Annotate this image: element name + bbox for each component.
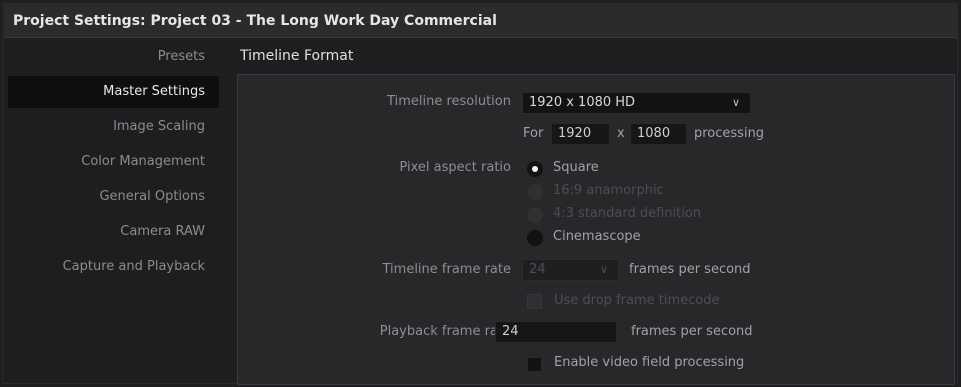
drop-frame-checkbox[interactable]	[527, 294, 542, 309]
radio-16-9-anamorphic-label: 16:9 anamorphic	[553, 183, 664, 198]
sidebar-item-master-settings[interactable]: Master Settings	[8, 76, 219, 108]
timeline-format-panel: Timeline resolution 1920 x 1080 HD ∨ For…	[237, 74, 955, 385]
radio-4-3-standard-label: 4:3 standard definition	[553, 206, 702, 221]
sidebar-item-presets[interactable]: Presets	[8, 41, 219, 73]
chevron-down-icon: ∨	[599, 263, 608, 276]
timeline-frame-rate-select[interactable]: 24 ∨	[522, 259, 619, 281]
processing-suffix: processing	[694, 126, 765, 141]
drop-frame-label: Use drop frame timecode	[554, 293, 720, 308]
pixel-aspect-ratio-label: Pixel aspect ratio	[399, 160, 511, 175]
section-title: Timeline Format	[240, 48, 354, 64]
radio-cinemascope[interactable]	[527, 230, 543, 246]
window-title: Project Settings: Project 03 - The Long …	[4, 4, 957, 38]
video-field-label: Enable video field processing	[554, 355, 745, 370]
video-field-checkbox[interactable]	[527, 357, 542, 372]
timeline-frame-rate-label: Timeline frame rate	[382, 262, 512, 277]
timeline-resolution-value: 1920 x 1080 HD	[529, 95, 636, 110]
radio-square[interactable]	[527, 161, 543, 177]
radio-4-3-standard[interactable]	[527, 207, 543, 223]
radio-16-9-anamorphic[interactable]	[527, 184, 543, 200]
settings-sidebar: Presets Master Settings Image Scaling Co…	[4, 40, 230, 383]
project-settings-window: Project Settings: Project 03 - The Long …	[3, 3, 958, 385]
sidebar-item-general-options[interactable]: General Options	[8, 181, 219, 213]
sidebar-item-capture-and-playback[interactable]: Capture and Playback	[8, 251, 219, 283]
playback-frame-rate-label: Playback frame rate	[379, 324, 511, 339]
processing-width-input[interactable]: 1920	[551, 123, 610, 145]
radio-cinemascope-label: Cinemascope	[553, 229, 641, 244]
playback-frame-rate-input[interactable]: 24	[495, 321, 617, 343]
processing-height-input[interactable]: 1080	[630, 123, 687, 145]
timeline-frame-rate-value: 24	[529, 262, 546, 277]
playback-frame-rate-unit: frames per second	[631, 324, 753, 339]
timeline-resolution-label: Timeline resolution	[387, 94, 511, 109]
chevron-down-icon: ∨	[731, 96, 740, 109]
sidebar-item-color-management[interactable]: Color Management	[8, 146, 219, 178]
radio-square-label: Square	[553, 160, 599, 175]
timeline-resolution-select[interactable]: 1920 x 1080 HD ∨	[522, 92, 751, 114]
processing-prefix: For	[523, 126, 544, 141]
sidebar-item-image-scaling[interactable]: Image Scaling	[8, 111, 219, 143]
processing-separator: x	[617, 126, 625, 141]
timeline-frame-rate-unit: frames per second	[629, 262, 751, 277]
sidebar-item-camera-raw[interactable]: Camera RAW	[8, 216, 219, 248]
